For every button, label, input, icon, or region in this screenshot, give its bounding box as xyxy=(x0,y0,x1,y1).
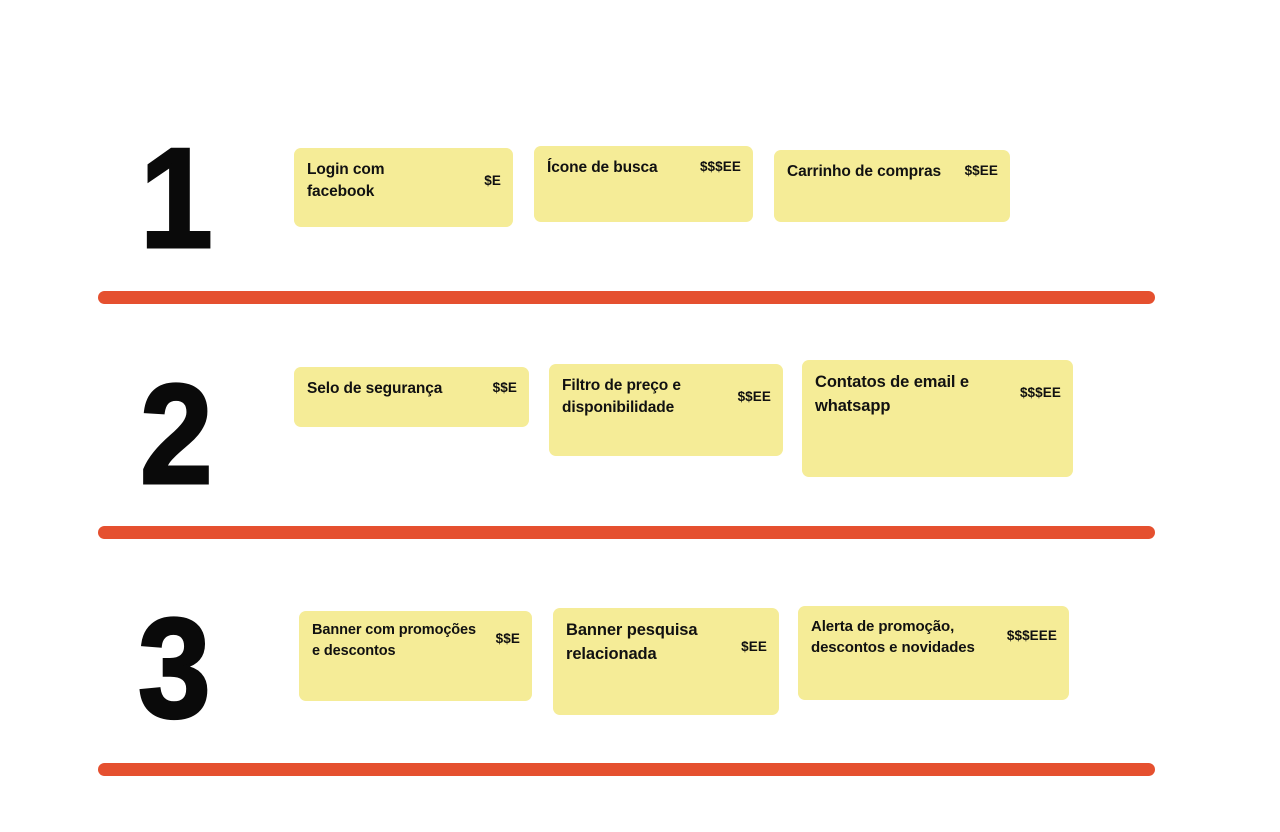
card-row3-alerta-promocao-descontos-novidades[interactable]: Alerta de promoção, descontos e novidade… xyxy=(798,606,1069,700)
priority-board: 1 Login com facebook $E Ícone de busca $… xyxy=(0,0,1280,832)
card-label: Banner pesquisa relacionada xyxy=(566,621,698,663)
step-number-3: 3 xyxy=(137,589,212,748)
card-row2-filtro-preco-disponibilidade[interactable]: Filtro de preço e disponibilidade $$EE xyxy=(549,364,783,456)
card-label: Selo de segurança xyxy=(307,380,443,397)
divider-after-row-3 xyxy=(98,763,1155,776)
card-row3-banner-pesquisa-relacionada[interactable]: Banner pesquisa relacionada $EE xyxy=(553,608,779,715)
card-label: Carrinho de compras xyxy=(787,163,942,180)
card-row2-contatos-email-whatsapp[interactable]: Contatos de email e whatsapp $$$EE xyxy=(802,360,1073,477)
card-row1-carrinho-de-compras[interactable]: Carrinho de compras $$EE xyxy=(774,150,1010,222)
card-price: $$E xyxy=(492,380,517,395)
card-label: Alerta de promoção, descontos e novidade… xyxy=(811,618,975,657)
step-number-2: 2 xyxy=(139,355,214,514)
step-number-1: 1 xyxy=(139,119,214,278)
card-row3-banner-promocoes-descontos[interactable]: Banner com promoções e descontos $$E xyxy=(299,611,532,701)
card-price: $$E xyxy=(495,631,520,646)
card-label: Banner com promoções e descontos xyxy=(312,622,476,659)
card-price: $$EE xyxy=(964,163,998,178)
card-row1-login-facebook[interactable]: Login com facebook $E xyxy=(294,148,513,227)
card-price: $$$EE xyxy=(699,159,741,174)
card-price: $$$EEE xyxy=(1006,628,1057,643)
divider-after-row-2 xyxy=(98,526,1155,539)
card-price: $EE xyxy=(741,639,767,654)
card-label: Filtro de preço e disponibilidade xyxy=(562,377,681,416)
card-row1-icone-de-busca[interactable]: Ícone de busca $$$EE xyxy=(534,146,753,222)
card-label: Contatos de email e whatsapp xyxy=(815,373,969,415)
card-label: Login com facebook xyxy=(307,161,385,200)
card-row2-selo-de-seguranca[interactable]: Selo de segurança $$E xyxy=(294,367,529,427)
card-price: $E xyxy=(484,173,501,188)
divider-after-row-1 xyxy=(98,291,1155,304)
card-price: $$EE xyxy=(737,389,771,404)
card-price: $$$EE xyxy=(1019,385,1061,400)
card-label: Ícone de busca xyxy=(547,159,658,176)
